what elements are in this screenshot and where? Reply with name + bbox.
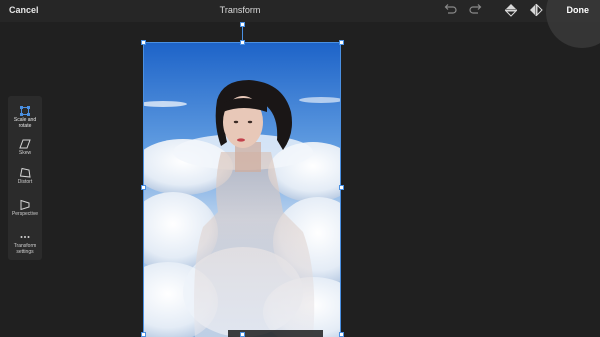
done-button[interactable]: Done [567, 5, 590, 15]
page-title: Transform [219, 5, 261, 15]
handle-bottom-right[interactable] [339, 332, 344, 337]
transform-screen: Cancel Transform Done Scale and rotate S… [0, 0, 600, 337]
distort-icon [19, 166, 31, 178]
rotate-handle[interactable] [240, 22, 245, 27]
skew-icon [19, 137, 31, 149]
tool-label: Scale and rotate [13, 117, 37, 129]
redo-icon[interactable] [468, 3, 484, 17]
canvas[interactable] [143, 42, 341, 337]
handle-top-right[interactable] [339, 40, 344, 45]
undo-icon[interactable] [442, 3, 458, 17]
tool-scale-rotate[interactable]: Scale and rotate [8, 104, 42, 129]
handle-bottom-left[interactable] [141, 332, 146, 337]
flip-vertical-icon[interactable] [503, 3, 519, 17]
handle-left[interactable] [141, 185, 146, 190]
handle-bottom[interactable] [240, 332, 245, 337]
tool-label: Perspective [11, 211, 39, 217]
perspective-icon [19, 198, 31, 211]
scale-rotate-icon [19, 104, 31, 116]
handle-right[interactable] [339, 185, 344, 190]
tool-label: Distort [17, 179, 33, 185]
flip-horizontal-icon[interactable] [528, 3, 544, 17]
tool-label: Transform settings [13, 243, 37, 255]
top-bar: Cancel Transform Done [0, 0, 600, 48]
handle-top[interactable] [240, 40, 245, 45]
tool-perspective[interactable]: Perspective [8, 198, 42, 217]
double-exposure-photo [143, 42, 341, 337]
tool-skew[interactable]: Skew [8, 137, 42, 156]
more-icon [19, 230, 31, 242]
handle-top-left[interactable] [141, 40, 146, 45]
tool-transform-settings[interactable]: Transform settings [8, 230, 42, 255]
tool-distort[interactable]: Distort [8, 166, 42, 185]
transform-tool-palette: Scale and rotate Skew Distort Perspectiv… [8, 96, 42, 260]
tool-label: Skew [18, 150, 32, 156]
